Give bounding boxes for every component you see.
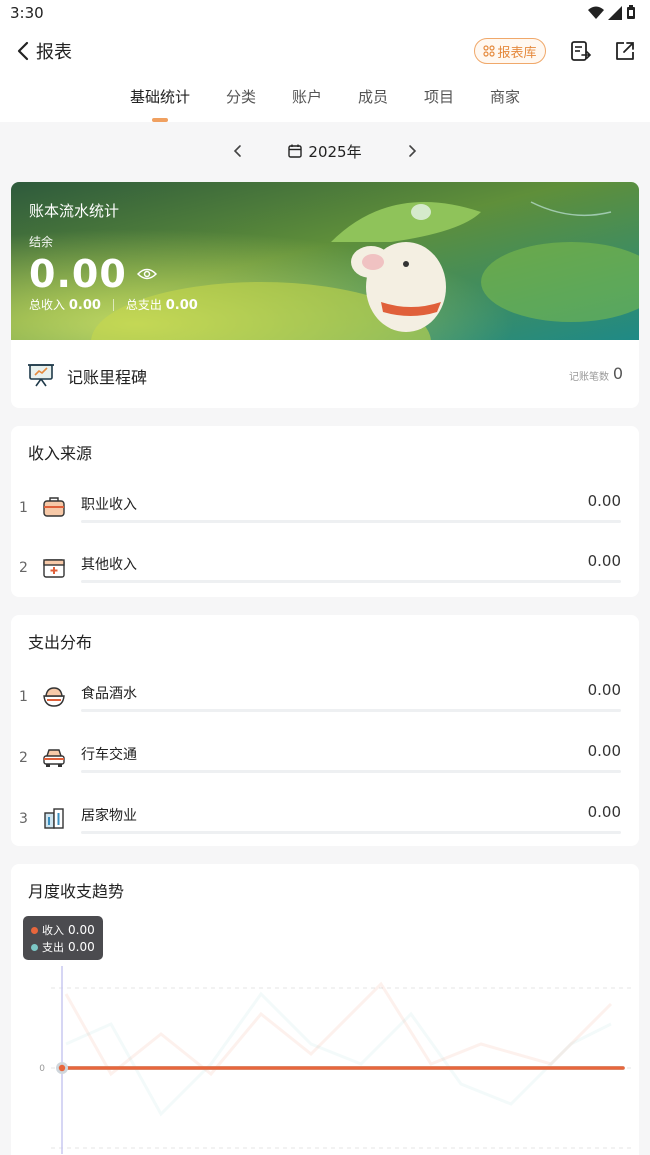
year-selector: 2025年	[0, 136, 650, 166]
share-icon[interactable]	[614, 40, 636, 62]
chart-background-decoration	[64, 981, 613, 1117]
income-sources-title: 收入来源	[28, 444, 93, 463]
banner-summary: 账本流水统计 结余 0.00 总收入 0.00 总支出 0.00	[29, 200, 198, 313]
category-amount: 0.00	[587, 742, 621, 760]
ledger-summary-banner: 账本流水统计 结余 0.00 总收入 0.00 总支出 0.00	[11, 182, 639, 340]
tab-member[interactable]: 成员	[358, 86, 388, 116]
list-item[interactable]: 1 职业收入 0.00	[11, 490, 639, 530]
decorative-curve	[64, 981, 613, 1077]
progress-bar	[81, 520, 621, 523]
chevron-left-icon	[17, 41, 29, 61]
total-income-label: 总收入	[29, 298, 66, 312]
briefcase-icon	[43, 497, 65, 517]
next-year-icon[interactable]	[402, 141, 422, 161]
list-item[interactable]: 1 食品酒水 0.00	[11, 679, 639, 719]
banner-title: 账本流水统计	[29, 202, 120, 220]
header: 报表 报表库 基础统计 分类 账户 成员 项目 商家	[0, 26, 650, 122]
tab-category[interactable]: 分类	[226, 86, 256, 116]
rank-number: 2	[19, 750, 28, 766]
expense-distribution-title: 支出分布	[28, 633, 93, 652]
balance-amount: 0.00	[29, 252, 127, 296]
food-bowl-icon	[43, 687, 65, 707]
category-label: 食品酒水	[81, 686, 137, 702]
tab-project[interactable]: 项目	[424, 86, 454, 116]
category-label: 行车交通	[81, 747, 137, 763]
tooltip-expense-label: 支出	[42, 941, 64, 954]
data-point	[58, 1064, 66, 1072]
rank-number: 3	[19, 811, 28, 827]
tab-account[interactable]: 账户	[292, 86, 322, 116]
total-expense-label: 总支出	[125, 298, 162, 312]
chart-tooltip: 收入 0.00 支出 0.00	[23, 916, 103, 960]
presentation-board-icon	[28, 364, 54, 387]
expense-legend-dot	[31, 944, 38, 951]
income-legend-dot	[31, 927, 38, 934]
back-button[interactable]: 报表	[16, 38, 72, 64]
battery-icon	[627, 5, 635, 19]
category-label: 职业收入	[81, 497, 137, 513]
total-income-value: 0.00	[68, 298, 101, 313]
y-tick-label: 0	[39, 1064, 45, 1074]
signal-icon	[608, 5, 622, 20]
calendar-icon	[288, 144, 303, 158]
report-library-button[interactable]: 报表库	[474, 38, 546, 64]
list-item[interactable]: 2 其他收入 0.00	[11, 550, 639, 590]
wifi-icon	[588, 6, 604, 19]
export-report-icon[interactable]	[570, 40, 592, 62]
decorative-curve	[65, 991, 612, 1117]
grid-dots-icon	[483, 45, 496, 57]
status-icons	[588, 5, 636, 20]
progress-bar	[81, 709, 621, 712]
progress-bar	[81, 831, 621, 834]
trend-line-chart[interactable]: 0	[11, 864, 639, 1155]
building-icon	[44, 808, 64, 829]
eye-icon[interactable]	[136, 267, 157, 281]
list-item[interactable]: 3 居家物业 0.00	[11, 801, 639, 841]
balance-label: 结余	[29, 235, 54, 249]
monthly-trend-card: 月度收支趋势 0 收入 0.00 支出 0.00	[11, 864, 639, 1155]
tab-merchant[interactable]: 商家	[490, 86, 520, 116]
category-amount: 0.00	[587, 552, 621, 570]
record-count: 0	[612, 364, 623, 383]
rank-number: 1	[19, 689, 28, 705]
category-amount: 0.00	[587, 681, 621, 699]
tab-bar: 基础统计 分类 账户 成员 项目 商家	[0, 86, 650, 122]
chart-series	[56, 1062, 625, 1074]
category-label: 居家物业	[81, 808, 137, 824]
category-amount: 0.00	[587, 803, 621, 821]
progress-bar	[81, 770, 621, 773]
year-picker[interactable]: 2025年	[288, 141, 362, 162]
tab-basic-stats[interactable]: 基础统计	[130, 86, 190, 122]
total-expense-value: 0.00	[165, 298, 198, 313]
status-time: 3:30	[10, 4, 44, 22]
category-amount: 0.00	[587, 492, 621, 510]
report-library-label: 报表库	[497, 45, 537, 61]
tooltip-income-label: 收入	[42, 924, 64, 937]
rank-number: 1	[19, 500, 28, 516]
prev-year-icon[interactable]	[228, 141, 248, 161]
income-sources-card: 收入来源 1 职业收入 0.00 2 其他收入 0.00	[11, 426, 639, 597]
status-bar: 3:30	[0, 0, 650, 26]
rank-number: 2	[19, 560, 28, 576]
gift-box-icon	[43, 559, 65, 578]
tooltip-income-value: 0.00	[68, 923, 95, 937]
expense-distribution-card: 支出分布 1 食品酒水 0.00 2 行车交通 0.00 3 居家物业 0.00	[11, 615, 639, 846]
record-count-label: 记账笔数	[569, 372, 609, 383]
milestone-title: 记账里程碑	[67, 368, 148, 387]
list-item[interactable]: 2 行车交通 0.00	[11, 740, 639, 780]
milestone-row[interactable]: 记账里程碑 记账笔数 0	[11, 340, 639, 408]
page-title: 报表	[36, 42, 72, 63]
car-icon	[43, 749, 65, 767]
category-label: 其他收入	[81, 557, 137, 573]
divider	[112, 298, 114, 311]
year-label: 2025年	[308, 142, 362, 161]
tooltip-expense-value: 0.00	[68, 940, 95, 954]
progress-bar	[81, 580, 621, 583]
